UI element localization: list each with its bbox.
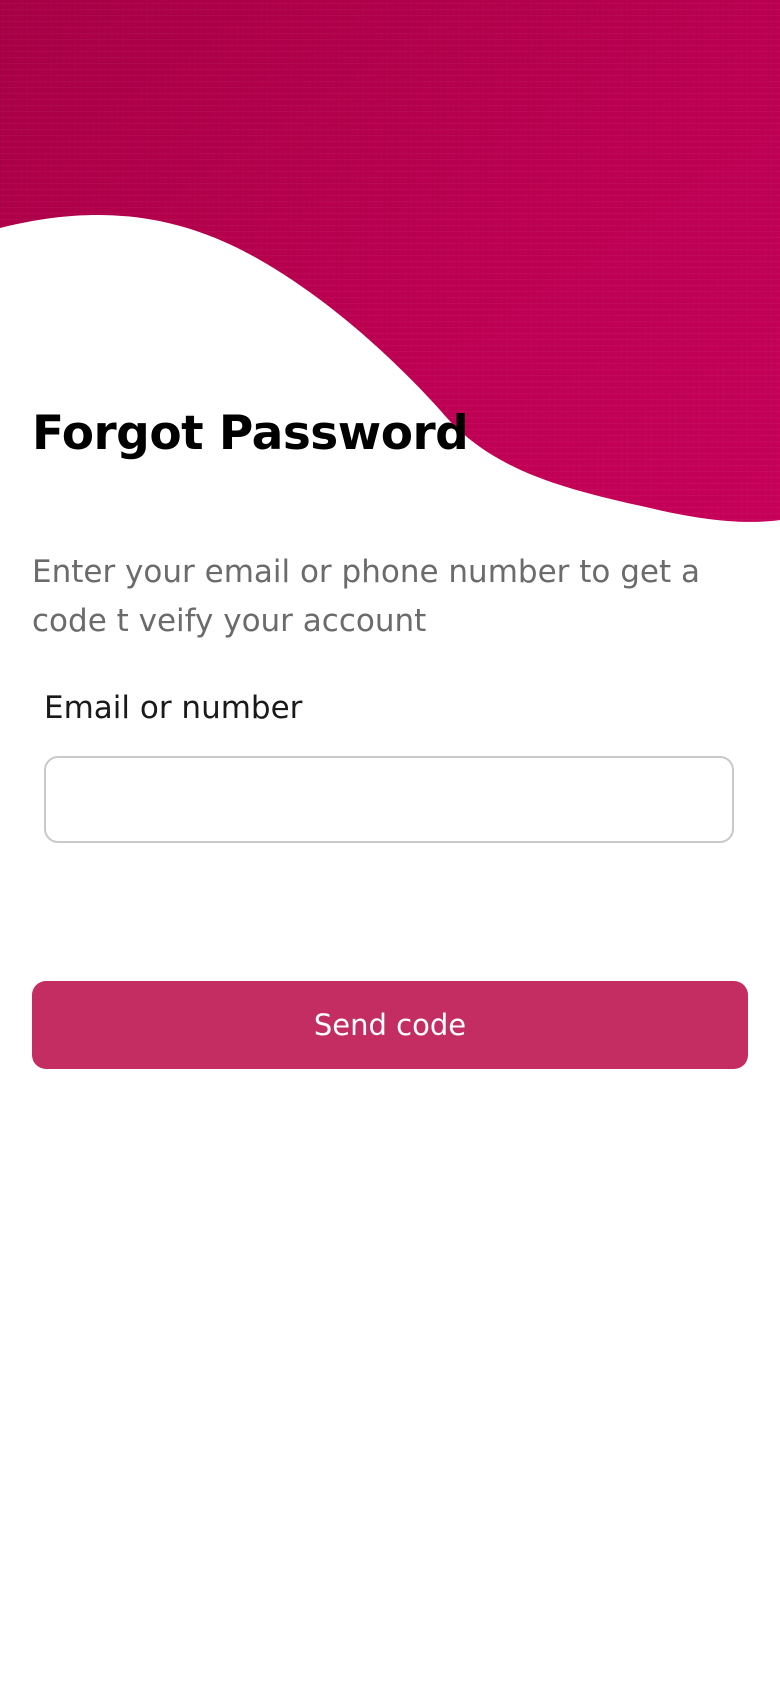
email-or-number-input[interactable] [44,756,734,843]
instructions-text: Enter your email or phone number to get … [32,554,700,639]
forgot-password-screen: Forgot Password Enter your email or phon… [0,0,780,1688]
send-code-button[interactable]: Send code [32,981,748,1069]
page-title: Forgot Password [32,406,469,461]
email-or-number-label: Email or number [44,690,303,726]
